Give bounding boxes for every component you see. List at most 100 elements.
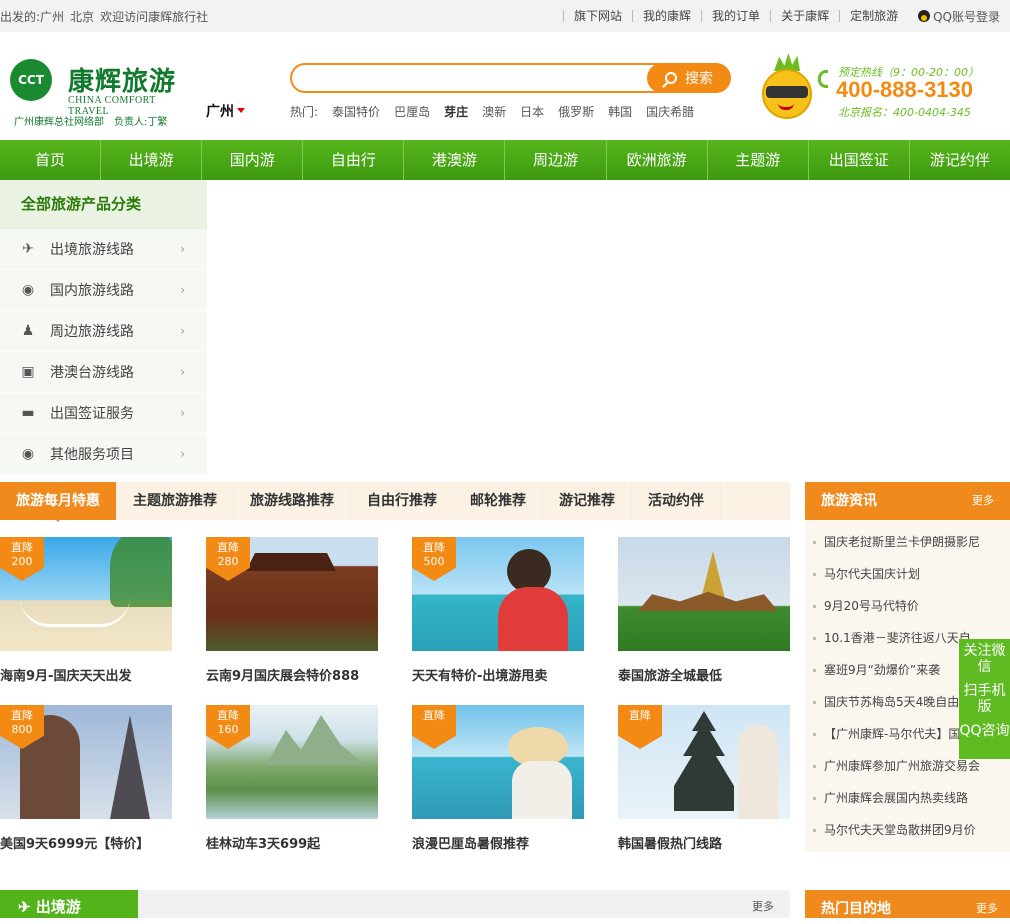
search-button[interactable]: 搜索 [647, 63, 731, 93]
globe-icon: ◉ [21, 446, 35, 462]
tab-monthly-deals[interactable]: 旅游每月特惠 [0, 482, 117, 522]
phone-icon [818, 70, 828, 88]
nav-visa[interactable]: 出国签证 [809, 140, 910, 180]
outbound-section-bar: ✈ 出境游 更多 [0, 890, 790, 918]
hot-item[interactable]: 芽庄 [444, 103, 468, 120]
chevron-right-icon: › [180, 365, 185, 379]
chevron-right-icon: › [180, 283, 185, 297]
deal-card[interactable]: 直降 韩国暑假热门线路 [618, 705, 790, 852]
category-item-visa[interactable]: ▬ 出国签证服务 › [0, 393, 207, 434]
deal-caption[interactable]: 云南9月国庆展会特价888 [206, 665, 359, 684]
float-qq-consult[interactable]: QQ咨询 [959, 719, 1010, 759]
pineapple-mascot-icon [760, 53, 814, 121]
link-about[interactable]: 关于康辉 [770, 10, 839, 22]
discount-badge: 直降 280 [206, 537, 250, 581]
hot-item[interactable]: 日本 [520, 103, 544, 120]
category-item-other[interactable]: ◉ 其他服务项目 › [0, 434, 207, 475]
deal-caption[interactable]: 桂林动车3天699起 [206, 833, 320, 852]
deal-caption[interactable]: 韩国暑假热门线路 [618, 833, 722, 852]
logo-name-cn: 康辉旅游 [68, 67, 177, 97]
tab-route-recommend[interactable]: 旅游线路推荐 [234, 482, 351, 520]
hot-keywords: 热门: 泰国特价 巴厘岛 芽庄 澳新 日本 俄罗斯 韩国 国庆希腊 [290, 103, 694, 120]
news-item[interactable]: 国庆老挝斯里兰卡伊朗摄影尼 [811, 526, 1010, 558]
deal-card[interactable]: 直降 800 美国9天6999元【特价】 [0, 705, 172, 852]
deal-card[interactable]: 泰国旅游全城最低 [618, 537, 790, 684]
link-my-orders[interactable]: 我的订单 [701, 10, 770, 22]
chevron-right-icon: › [180, 447, 185, 461]
deal-card[interactable]: 直降 280 云南9月国庆展会特价888 [206, 537, 378, 684]
deal-card[interactable]: 直降 160 桂林动车3天699起 [206, 705, 378, 852]
deal-caption[interactable]: 浪漫巴厘岛暑假推荐 [412, 833, 529, 852]
deal-caption[interactable]: 天天有特价-出境游甩卖 [412, 665, 547, 684]
globe-icon: ◉ [21, 282, 35, 298]
hot-destinations-bar: 热门目的地 更多 [805, 890, 1010, 918]
deal-card[interactable]: 直降 200 海南9月-国庆天天出发 [0, 537, 172, 684]
qq-login[interactable]: QQ账号登录 [908, 8, 1000, 25]
city-selector[interactable]: 广州 [206, 101, 245, 121]
main-nav: 首页 出境游 国内游 自由行 港澳游 周边游 欧洲旅游 主题游 出国签证 游记约… [0, 140, 1010, 180]
nav-nearby[interactable]: 周边游 [505, 140, 607, 180]
chevron-right-icon: › [180, 242, 185, 256]
hot-destinations-more-link[interactable]: 更多 [976, 900, 998, 916]
category-item-domestic[interactable]: ◉ 国内旅游线路 › [0, 270, 207, 311]
hot-item[interactable]: 国庆希腊 [646, 103, 694, 120]
news-more-link[interactable]: 更多 [972, 482, 994, 520]
hot-item[interactable]: 俄罗斯 [558, 103, 594, 120]
float-follow-wechat[interactable]: 关注微信 [959, 639, 1010, 679]
logo[interactable]: CCT 康辉旅游 CHINA COMFORT TRAVEL 广州康辉总社网络部 … [8, 55, 188, 135]
nav-europe[interactable]: 欧洲旅游 [607, 140, 708, 180]
deal-image[interactable]: 直降 200 [0, 537, 172, 651]
deal-image[interactable]: 直降 160 [206, 705, 378, 819]
hot-item[interactable]: 韩国 [608, 103, 632, 120]
news-item[interactable]: 马尔代夫国庆计划 [811, 558, 1010, 590]
nav-travelogue[interactable]: 游记约伴 [910, 140, 1010, 180]
tab-independent[interactable]: 自由行推荐 [351, 482, 454, 520]
category-item-nearby[interactable]: ♟ 周边旅游线路 › [0, 311, 207, 352]
plane-icon: ✈ [18, 898, 36, 916]
link-my-account[interactable]: 我的康辉 [632, 10, 701, 22]
hot-item[interactable]: 巴厘岛 [394, 103, 430, 120]
deal-image[interactable]: 直降 [618, 705, 790, 819]
outbound-more-link[interactable]: 更多 [752, 898, 774, 914]
nav-hk-macau[interactable]: 港澳游 [404, 140, 506, 180]
tab-activities[interactable]: 活动约伴 [632, 482, 721, 520]
nav-independent[interactable]: 自由行 [303, 140, 405, 180]
welcome-text: 欢迎访问康辉旅行社 [100, 9, 209, 24]
outbound-section-title[interactable]: ✈ 出境游 [0, 890, 138, 918]
deal-card[interactable]: 直降 浪漫巴厘岛暑假推荐 [412, 705, 584, 852]
news-header: 旅游资讯 更多 [805, 482, 1010, 520]
hot-item[interactable]: 泰国特价 [332, 103, 380, 120]
hot-label: 热门: [290, 105, 319, 119]
float-mobile-version[interactable]: 扫手机版 [959, 679, 1010, 719]
deal-image[interactable]: 直降 800 [0, 705, 172, 819]
tab-theme-tours[interactable]: 主题旅游推荐 [117, 482, 234, 520]
link-sites[interactable]: 旗下网站 [563, 10, 632, 22]
tab-travelogue[interactable]: 游记推荐 [543, 482, 632, 520]
deal-image[interactable] [618, 537, 790, 651]
deal-caption[interactable]: 泰国旅游全城最低 [618, 665, 722, 684]
news-item[interactable]: 9月20号马代特价 [811, 590, 1010, 622]
departure-city-beijing[interactable]: 北京 [70, 10, 94, 24]
category-item-outbound[interactable]: ✈ 出境旅游线路 › [0, 229, 207, 270]
deal-image[interactable]: 直降 280 [206, 537, 378, 651]
nav-domestic[interactable]: 国内游 [202, 140, 304, 180]
news-item[interactable]: 广州康辉会展国内热卖线路 [811, 782, 1010, 814]
category-title: 全部旅游产品分类 [0, 180, 207, 229]
deal-image[interactable]: 直降 500 [412, 537, 584, 651]
search-input[interactable] [290, 63, 660, 93]
beijing-hotline: 北京报名：400-0404-345 [838, 106, 971, 119]
deal-caption[interactable]: 海南9月-国庆天天出发 [0, 665, 131, 684]
qq-icon [918, 10, 931, 22]
nav-home[interactable]: 首页 [0, 140, 102, 180]
deal-card[interactable]: 直降 500 天天有特价-出境游甩卖 [412, 537, 584, 684]
nav-theme[interactable]: 主题游 [708, 140, 809, 180]
top-links: 旗下网站 我的康辉 我的订单 关于康辉 定制旅游 QQ账号登录 [563, 8, 1000, 25]
deal-image[interactable]: 直降 [412, 705, 584, 819]
deal-caption[interactable]: 美国9天6999元【特价】 [0, 833, 149, 852]
category-item-hk-macau-tw[interactable]: ▣ 港澳台游线路 › [0, 352, 207, 393]
nav-outbound[interactable]: 出境游 [101, 140, 203, 180]
news-item[interactable]: 马尔代夫天堂岛散拼团9月价 [811, 814, 1010, 846]
hot-item[interactable]: 澳新 [482, 103, 506, 120]
link-custom-tour[interactable]: 定制旅游 [839, 10, 908, 22]
tab-cruise[interactable]: 邮轮推荐 [454, 482, 543, 520]
